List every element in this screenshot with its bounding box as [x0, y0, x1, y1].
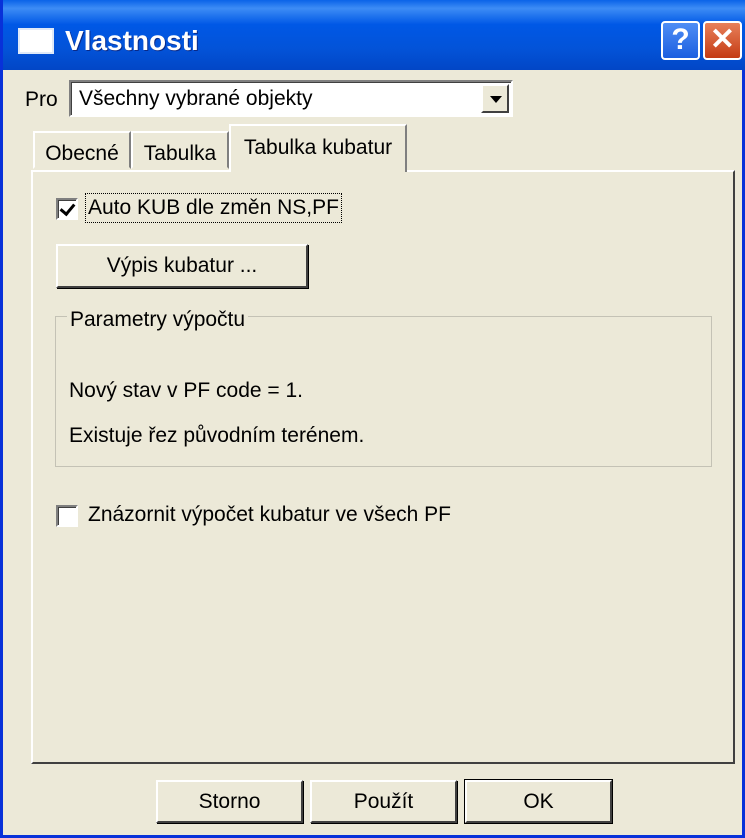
auto-kub-checkbox[interactable] — [56, 198, 78, 220]
tab-obecne-label: Obecné — [45, 142, 119, 165]
pro-label: Pro — [25, 88, 58, 111]
tab-tabulka-kubatur[interactable]: Tabulka kubatur — [229, 124, 407, 172]
info-line-2: Existuje řez původním terénem. — [69, 424, 365, 447]
ok-button[interactable]: OK — [464, 779, 613, 824]
pro-select-value: Všechny vybrané objekty — [79, 87, 313, 110]
close-icon[interactable]: ✕ — [703, 21, 742, 60]
storno-button[interactable]: Storno — [156, 780, 303, 823]
auto-kub-label[interactable]: Auto KUB dle změn NS,PF — [85, 193, 342, 223]
tab-tabulka-kubatur-label: Tabulka kubatur — [243, 136, 393, 159]
vypis-kubatur-label: Výpis kubatur ... — [106, 254, 258, 277]
znazornit-checkbox[interactable] — [56, 505, 78, 527]
info-line-1: Nový stav v PF code = 1. — [69, 379, 304, 402]
chevron-down-icon[interactable] — [481, 84, 509, 113]
storno-label: Storno — [198, 790, 261, 813]
window-icon — [18, 28, 54, 54]
tab-tabulka-label: Tabulka — [143, 142, 217, 165]
pouzit-label: Použít — [353, 790, 414, 813]
znazornit-label[interactable]: Znázornit výpočet kubatur ve všech PF — [88, 503, 451, 527]
pouzit-button[interactable]: Použít — [310, 780, 457, 823]
pro-select[interactable]: Všechny vybrané objekty — [69, 80, 513, 117]
parametry-title: Parametry výpočtu — [67, 308, 249, 332]
window-title: Vlastnosti — [65, 25, 199, 56]
help-icon[interactable]: ? — [661, 21, 700, 60]
vypis-kubatur-button[interactable]: Výpis kubatur ... — [56, 244, 308, 288]
tab-obecne[interactable]: Obecné — [33, 131, 131, 169]
properties-dialog: Vlastnosti ? ✕ Pro Všechny vybrané objek… — [0, 0, 745, 838]
tab-tabulka[interactable]: Tabulka — [131, 131, 229, 169]
ok-label: OK — [523, 790, 554, 813]
title-bar[interactable]: Vlastnosti ? ✕ — [3, 0, 745, 70]
